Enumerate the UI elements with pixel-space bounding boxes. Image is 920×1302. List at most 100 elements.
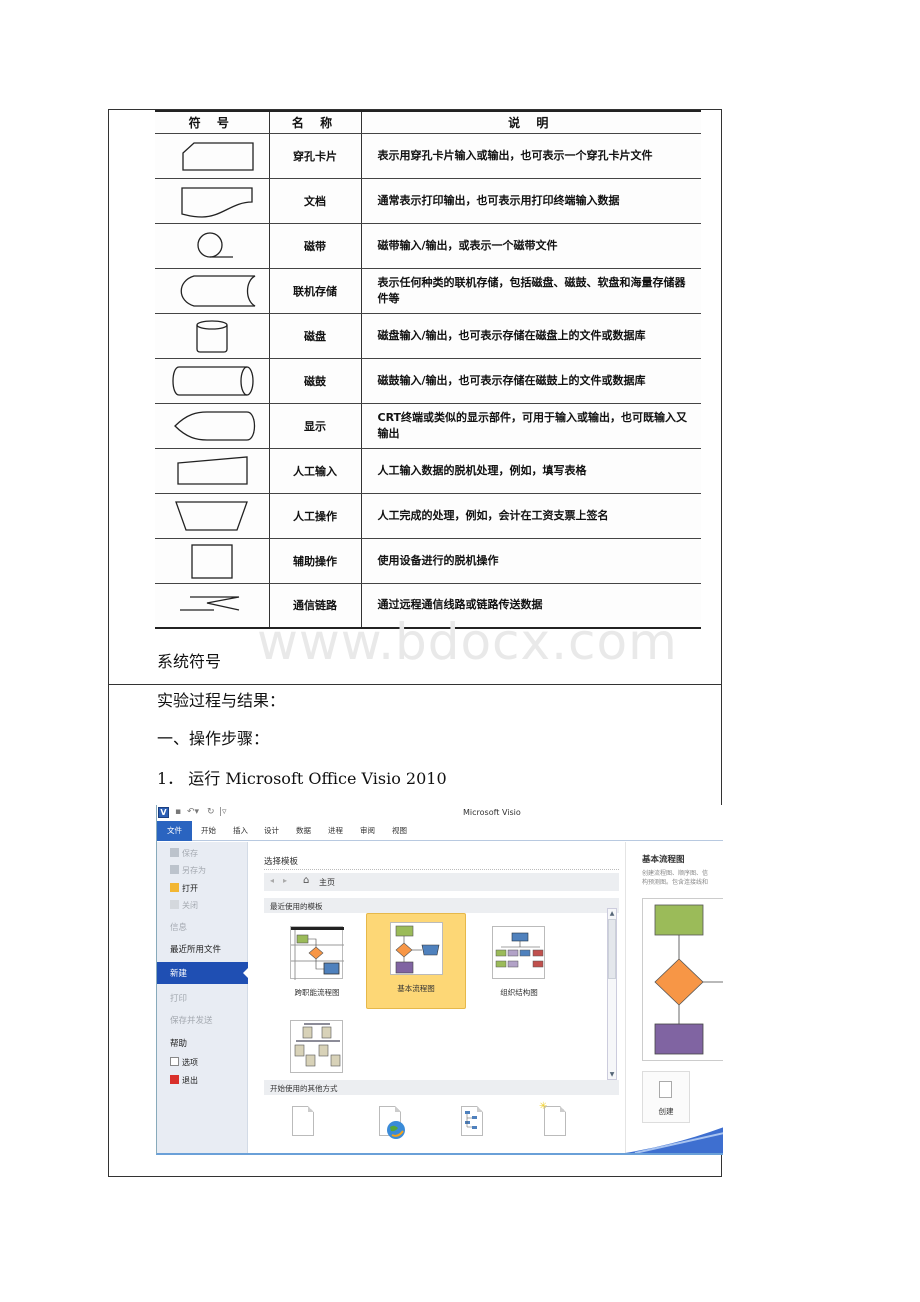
symbol-desc: 通常表示打印输出，也可表示用打印终端输入数据 <box>361 178 701 224</box>
symbol-name: 显示 <box>269 403 362 449</box>
back-arrow-icon[interactable]: ◂ <box>270 876 274 885</box>
forward-arrow-icon[interactable]: ▸ <box>283 876 287 885</box>
table-row: 穿孔卡片 表示用穿孔卡片输入或输出，也可表示一个穿孔卡片文件 <box>155 133 701 179</box>
scroll-thumb[interactable] <box>608 919 616 979</box>
backstage-menu: 保存 另存为 打开 关闭 信息 最近所用文件 新建 打印 保存并发送 帮助 选项… <box>157 842 248 1153</box>
symbol-desc: 人工完成的处理，例如，会计在工资支票上签名 <box>361 493 701 539</box>
symbol-name: 通信链路 <box>269 583 362 629</box>
blank-page-icon <box>292 1106 314 1136</box>
template-chooser: 选择模板 ◂ ▸ ⌂ 主页 最近使用的模板 跨职能流程图 基本流程图 组织结构图… <box>249 842 624 1153</box>
tab-data[interactable]: 数据 <box>296 825 311 836</box>
scroll-up-icon[interactable]: ▲ <box>608 909 616 918</box>
symbol-name: 磁带 <box>269 223 362 269</box>
sample-diagram-icon <box>461 1106 483 1136</box>
table-row: 磁带 磁带输入/输出，或表示一个磁带文件 <box>155 223 701 269</box>
symbol-name: 辅助操作 <box>269 538 362 584</box>
system-symbol-table: 符 号 名 称 说 明 穿孔卡片 表示用穿孔卡片输入或输出，也可表示一个穿孔卡片… <box>155 110 701 629</box>
org-chart-thumbnail-icon <box>492 926 545 979</box>
visio-logo-icon: V <box>158 807 169 818</box>
basic-flowchart-thumbnail-icon <box>390 922 443 975</box>
decorative-swoosh-icon <box>625 1127 723 1153</box>
table-row: 显示 CRT终端或类似的显示部件，可用于输入或输出，也可既输入又输出 <box>155 403 701 449</box>
symbol-name: 联机存储 <box>269 268 362 314</box>
document-table: 符 号 名 称 说 明 穿孔卡片 表示用穿孔卡片输入或输出，也可表示一个穿孔卡片… <box>108 109 723 1177</box>
step-1: 1． 运行 Microsoft Office Visio 2010 <box>157 769 447 788</box>
symbol-desc: 表示用穿孔卡片输入或输出，也可表示一个穿孔卡片文件 <box>361 133 701 179</box>
magnetic-drum-symbol-icon <box>172 365 254 396</box>
office-com-templates-option[interactable]: Office.com 模板 <box>346 1100 436 1153</box>
symbol-desc: 磁盘输入/输出，也可表示存储在磁盘上的文件或数据库 <box>361 313 701 359</box>
sub-heading: 一、操作步骤： <box>157 729 270 748</box>
divider <box>264 869 619 870</box>
menu-open[interactable]: 打开 <box>170 883 198 894</box>
online-storage-symbol-icon <box>180 274 256 307</box>
symbol-desc: 磁鼓输入/输出，也可表示存储在磁鼓上的文件或数据库 <box>361 358 701 404</box>
menu-recent[interactable]: 最近所用文件 <box>170 943 221 955</box>
table-row: 联机存储 表示任何种类的联机存储，包括磁盘、磁鼓、软盘和海量存储器件等 <box>155 268 701 314</box>
table-row: 文档 通常表示打印输出，也可表示用打印终端输入数据 <box>155 178 701 224</box>
home-icon[interactable]: ⌂ <box>303 875 309 886</box>
table-row: 辅助操作 使用设备进行的脱机操作 <box>155 538 701 584</box>
symbol-name: 文档 <box>269 178 362 224</box>
symbol-name: 穿孔卡片 <box>269 133 362 179</box>
menu-save-as[interactable]: 另存为 <box>170 865 206 876</box>
home-link[interactable]: 主页 <box>319 877 335 888</box>
header-name: 名 称 <box>269 111 362 134</box>
create-button[interactable]: 创建 <box>642 1071 690 1123</box>
menu-new[interactable]: 新建 <box>157 962 248 984</box>
tab-file[interactable]: 文件 <box>157 821 192 841</box>
recent-templates-header: 最近使用的模板 <box>264 898 619 913</box>
menu-info[interactable]: 信息 <box>170 921 187 933</box>
sample-diagrams-option[interactable]: 示例图表 <box>428 1100 518 1153</box>
window-title: Microsoft Visio <box>463 808 521 817</box>
symbol-desc: 磁带输入/输出，或表示一个磁带文件 <box>361 223 701 269</box>
table-row: 磁鼓 磁鼓输入/输出，也可表示存储在磁鼓上的文件或数据库 <box>155 358 701 404</box>
menu-close[interactable]: 关闭 <box>170 900 198 911</box>
blank-drawing-option[interactable]: 空白绘图 <box>259 1100 349 1153</box>
auxiliary-operation-symbol-icon <box>191 543 233 579</box>
template-label: 跨职能流程图 <box>294 988 340 997</box>
menu-print[interactable]: 打印 <box>170 992 187 1004</box>
punched-card-symbol-icon <box>182 141 254 171</box>
section-heading: 实验过程与结果： <box>157 691 286 710</box>
menu-help[interactable]: 帮助 <box>170 1037 187 1049</box>
symbol-name: 人工操作 <box>269 493 362 539</box>
tab-view[interactable]: 视图 <box>392 825 407 836</box>
manual-input-symbol-icon <box>177 455 248 485</box>
symbol-name: 磁鼓 <box>269 358 362 404</box>
tab-home[interactable]: 开始 <box>201 825 216 836</box>
tab-review[interactable]: 审阅 <box>360 825 375 836</box>
tab-process[interactable]: 进程 <box>328 825 343 836</box>
template-cross-functional[interactable]: 跨职能流程图 <box>267 918 367 1014</box>
new-from-existing-option[interactable]: ✳ 根据现有内容新建 <box>511 1100 601 1153</box>
template-org-chart[interactable]: 组织结构图 <box>469 918 569 1014</box>
flowchart-preview <box>642 898 723 1061</box>
template-basic-flowchart[interactable]: 基本流程图 <box>366 913 466 1009</box>
magnetic-disk-symbol-icon <box>196 319 228 353</box>
menu-exit[interactable]: 退出 <box>170 1075 198 1086</box>
tab-insert[interactable]: 插入 <box>233 825 248 836</box>
table-row: 磁盘 磁盘输入/输出，也可表示存储在磁盘上的文件或数据库 <box>155 313 701 359</box>
scroll-down-icon[interactable]: ▼ <box>608 1070 616 1079</box>
tab-design[interactable]: 设计 <box>264 825 279 836</box>
communication-link-symbol-icon <box>179 596 239 611</box>
save-icon <box>170 848 179 857</box>
customize-toolbar-icon[interactable]: |▿ <box>219 807 227 817</box>
menu-save[interactable]: 保存 <box>170 848 198 859</box>
redo-icon[interactable]: ↻ <box>207 807 215 817</box>
template-scrollbar[interactable]: ▲ ▼ <box>607 908 617 1080</box>
symbol-desc: CRT终端或类似的显示部件，可用于输入或输出，也可既输入又输出 <box>361 403 701 449</box>
undo-icon[interactable]: ↶▾ <box>187 807 199 817</box>
template-network[interactable] <box>267 1012 367 1073</box>
menu-options[interactable]: 选项 <box>170 1057 198 1068</box>
header-description: 说 明 <box>361 111 701 134</box>
template-label: 组织结构图 <box>500 988 538 997</box>
header-symbol: 符 号 <box>155 111 270 134</box>
template-label: 基本流程图 <box>397 984 435 993</box>
cross-functional-thumbnail-icon <box>290 926 344 980</box>
symbol-desc: 表示任何种类的联机存储，包括磁盘、磁鼓、软盘和海量存储器件等 <box>361 268 701 314</box>
save-icon[interactable]: ▪ <box>175 807 181 817</box>
menu-save-send[interactable]: 保存并发送 <box>170 1014 213 1026</box>
template-preview-panel: 基本流程图 创建流程图、顺序图、信 构预测图。包含连接线和 创建 <box>625 842 723 1153</box>
symbol-name: 磁盘 <box>269 313 362 359</box>
